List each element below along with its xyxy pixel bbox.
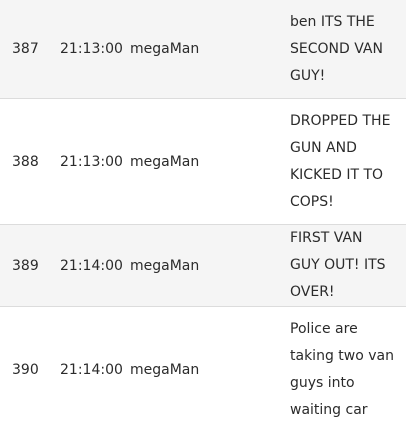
row-number: 387	[0, 0, 60, 99]
row-user: megaMan	[130, 99, 290, 225]
row-message: DROPPED THE GUN AND KICKED IT TO COPS!	[290, 99, 406, 225]
row-number: 388	[0, 99, 60, 225]
row-message: ben ITS THE SECOND VAN GUY!	[290, 0, 406, 99]
table-row: 389 21:14:00 megaMan FIRST VAN GUY OUT! …	[0, 225, 406, 307]
row-message: FIRST VAN GUY OUT! ITS OVER!	[290, 225, 406, 307]
row-user: megaMan	[130, 225, 290, 307]
row-message: Police are taking two van guys into wait…	[290, 307, 406, 432]
row-time: 21:13:00	[60, 99, 130, 225]
chat-log-table: 387 21:13:00 megaMan ben ITS THE SECOND …	[0, 0, 406, 432]
row-user: megaMan	[130, 307, 290, 432]
table-row: 388 21:13:00 megaMan DROPPED THE GUN AND…	[0, 99, 406, 225]
row-time: 21:13:00	[60, 0, 130, 99]
row-number: 389	[0, 225, 60, 307]
row-time: 21:14:00	[60, 307, 130, 432]
table-row: 390 21:14:00 megaMan Police are taking t…	[0, 307, 406, 432]
table-row: 387 21:13:00 megaMan ben ITS THE SECOND …	[0, 0, 406, 99]
row-user: megaMan	[130, 0, 290, 99]
row-time: 21:14:00	[60, 225, 130, 307]
row-number: 390	[0, 307, 60, 432]
